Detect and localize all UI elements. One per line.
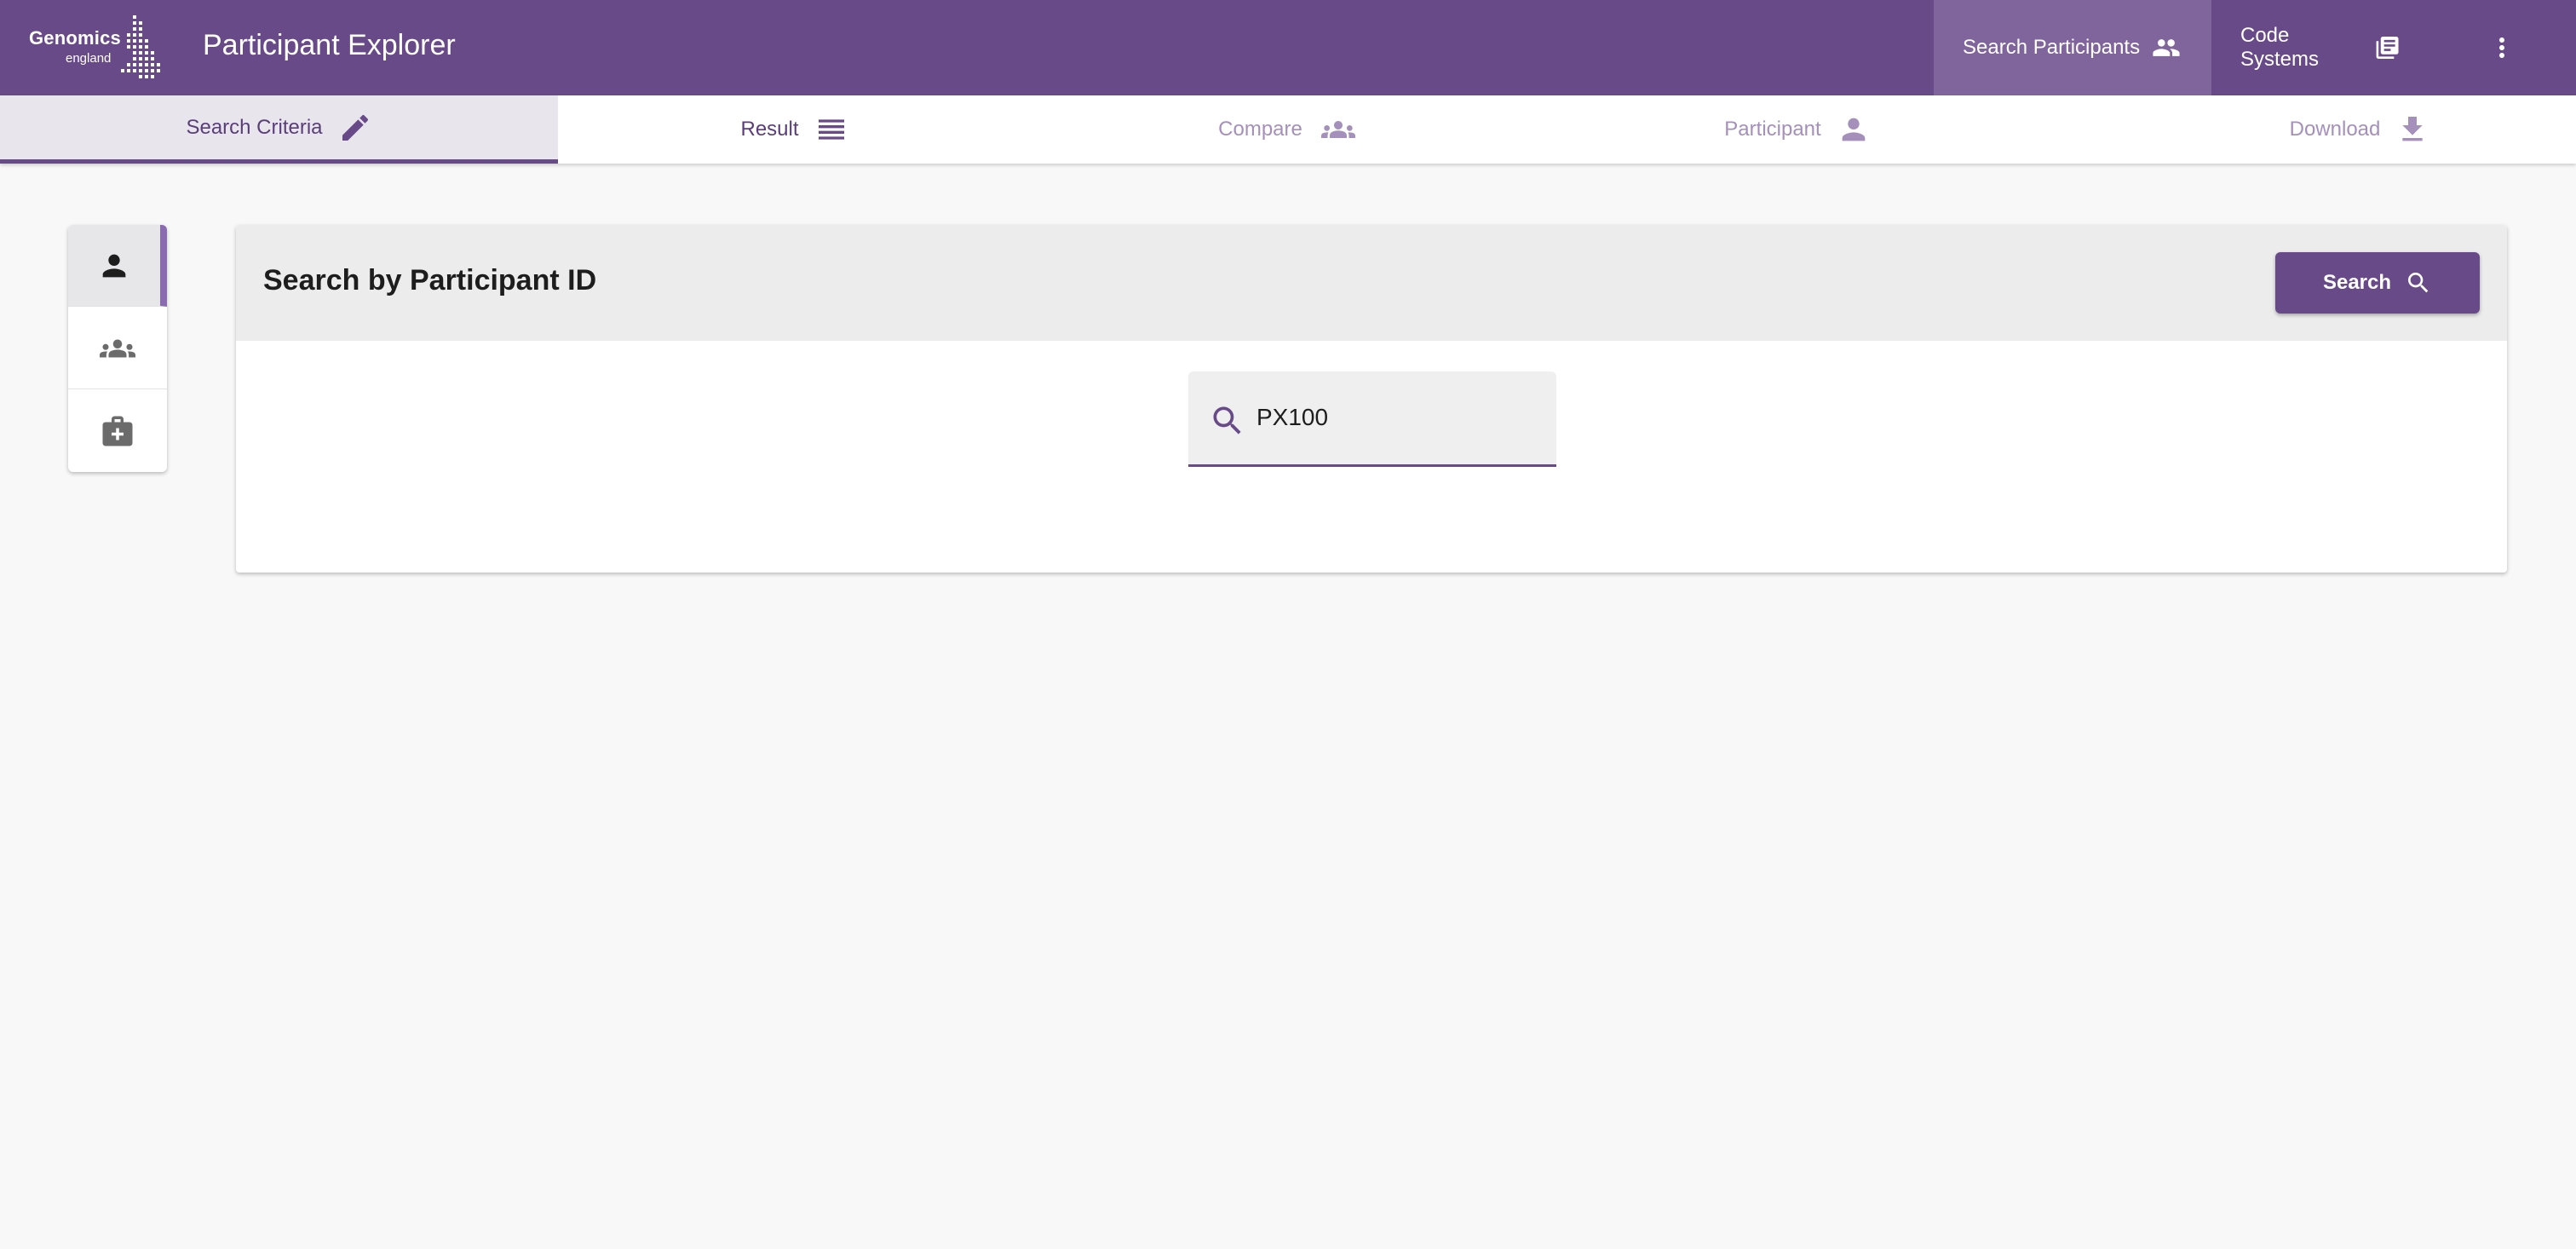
tab-download-label: Download — [2289, 118, 2381, 141]
logo-text-england: england — [66, 51, 112, 66]
app-title: Participant Explorer — [203, 29, 456, 61]
search-icon — [1213, 406, 1241, 435]
search-button-label: Search — [2322, 271, 2392, 294]
search-card-header: Search by Participant ID Search — [236, 225, 2507, 341]
tab-compare-label: Compare — [1218, 118, 1302, 141]
logo-text-genomics: Genomics — [29, 27, 121, 49]
nav-code-systems[interactable]: Code Systems — [2211, 0, 2429, 95]
participant-id-field[interactable] — [1188, 371, 1556, 467]
more-vert-icon — [2499, 37, 2504, 58]
app-bar: Genomics england Participant Explorer Se… — [0, 0, 2576, 95]
people-icon — [2153, 39, 2180, 56]
tab-search-criteria-label: Search Criteria — [186, 115, 323, 139]
search-type-group[interactable] — [68, 308, 167, 389]
tab-compare[interactable]: Compare — [1116, 95, 1461, 164]
person-icon — [1842, 118, 1866, 141]
search-type-panel — [68, 225, 167, 472]
medical-bag-icon — [102, 416, 133, 446]
tab-result-label: Result — [740, 118, 799, 141]
nav-search-participants-label: Search Participants — [1963, 36, 2141, 59]
tab-search-criteria[interactable]: Search Criteria — [0, 95, 558, 164]
library-books-icon — [2376, 37, 2399, 59]
search-type-participant[interactable] — [68, 225, 167, 307]
search-icon — [2408, 273, 2429, 293]
group-icon — [1320, 121, 1355, 138]
more-menu-button[interactable] — [2470, 0, 2521, 95]
search-card: Search by Participant ID Search — [236, 225, 2507, 573]
search-type-medical[interactable] — [68, 390, 167, 472]
genomics-england-logo[interactable]: Genomics england — [29, 12, 165, 82]
tab-participant-label: Participant — [1724, 118, 1821, 141]
person-icon — [102, 254, 126, 277]
list-icon — [818, 119, 844, 140]
tab-download[interactable]: Download — [2181, 95, 2539, 164]
download-icon — [2402, 117, 2424, 141]
tab-result[interactable]: Result — [558, 95, 1031, 164]
participant-id-input[interactable] — [1256, 400, 1538, 435]
search-button[interactable]: Search — [2275, 252, 2480, 314]
nav-code-systems-label: Code Systems — [2240, 24, 2320, 71]
group-icon — [100, 339, 135, 357]
nav-search-participants[interactable]: Search Participants — [1934, 0, 2211, 95]
search-card-title: Search by Participant ID — [263, 264, 597, 296]
pencil-icon — [342, 114, 368, 141]
stepper-tabs: Search Criteria Result Compare Participa… — [0, 95, 2576, 164]
tab-participant[interactable]: Participant — [1619, 95, 1976, 164]
logo-dot-grid-icon — [121, 15, 160, 78]
